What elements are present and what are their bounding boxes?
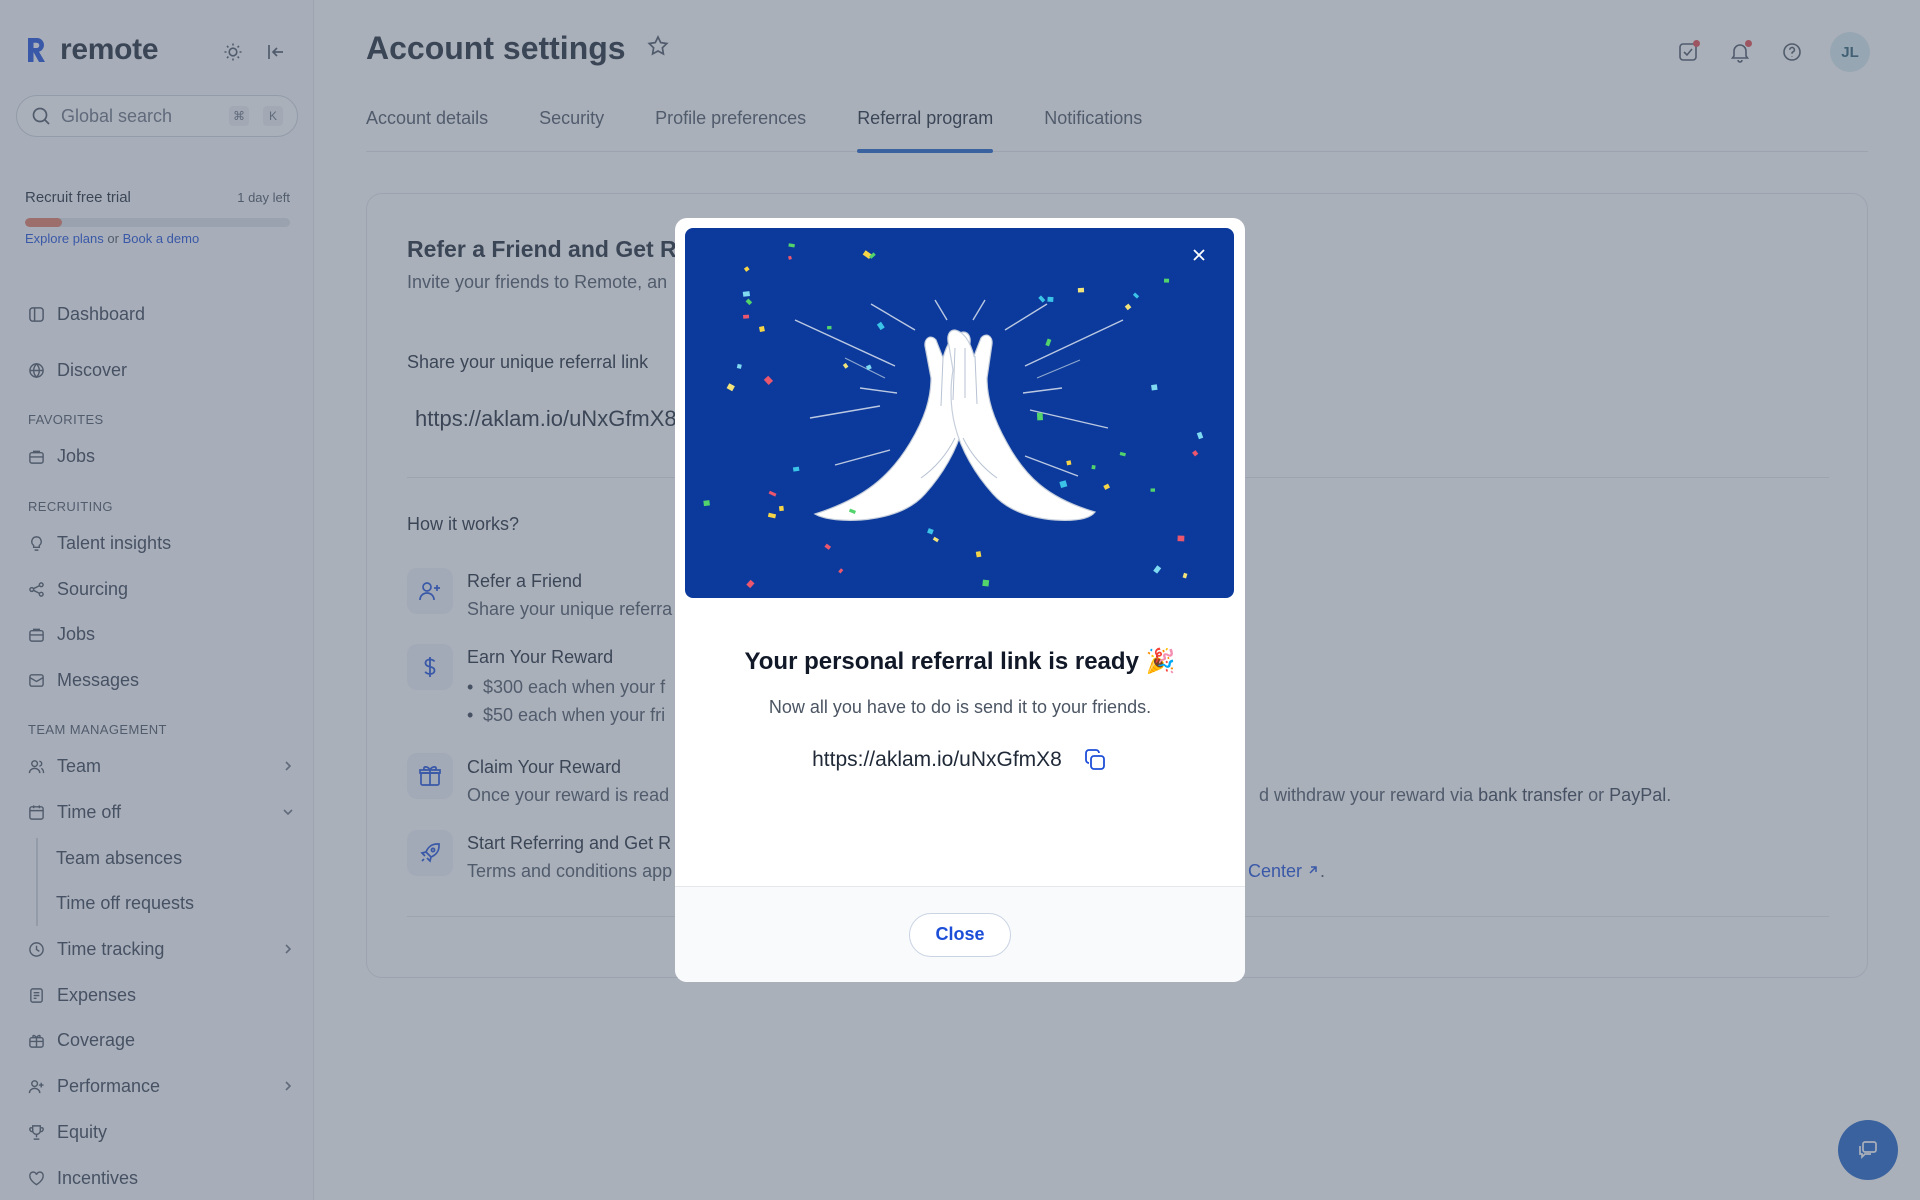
confetti-piece — [788, 243, 795, 248]
confetti-piece — [768, 490, 777, 497]
confetti-piece — [746, 579, 755, 589]
confetti-piece — [1103, 483, 1110, 490]
confetti-piece — [736, 363, 742, 369]
high-five-illustration — [703, 243, 1204, 589]
confetti-piece — [745, 298, 753, 306]
confetti-piece — [1045, 338, 1052, 347]
confetti-piece — [1177, 535, 1185, 542]
confetti-piece — [876, 321, 885, 331]
confetti-piece — [788, 255, 792, 260]
confetti-piece — [869, 252, 876, 259]
confetti-piece — [742, 291, 750, 297]
confetti-piece — [743, 314, 750, 319]
confetti-piece — [824, 543, 832, 550]
confetti-piece — [1163, 278, 1170, 283]
confetti-piece — [1047, 296, 1054, 302]
confetti-piece — [982, 579, 990, 587]
confetti-piece — [842, 362, 849, 369]
modal-title: Your personal referral link is ready 🎉 — [744, 648, 1176, 675]
close-button[interactable]: Close — [909, 912, 1011, 957]
confetti-piece — [1150, 488, 1156, 492]
confetti-piece — [758, 326, 765, 333]
confetti-piece — [827, 325, 832, 330]
confetti-piece — [1192, 450, 1199, 457]
confetti-piece — [1038, 295, 1046, 303]
confetti-piece — [975, 551, 982, 558]
confetti-piece — [932, 536, 939, 543]
confetti-piece — [767, 512, 777, 519]
confetti-piece — [703, 500, 710, 507]
confetti-piece — [1132, 292, 1140, 299]
modal-footer: Close — [675, 886, 1245, 982]
modal-link-row: https://aklam.io/uNxGfmX8 — [675, 747, 1245, 773]
confetti-piece — [838, 568, 844, 574]
confetti-piece — [1036, 412, 1043, 421]
confetti-piece — [763, 375, 774, 385]
copy-icon[interactable] — [1082, 747, 1108, 773]
confetti-piece — [1196, 431, 1204, 440]
confetti-piece — [1091, 464, 1096, 470]
confetti-piece — [1153, 565, 1162, 574]
confetti-piece — [1119, 451, 1126, 457]
confetti-piece — [1059, 480, 1068, 489]
close-icon[interactable] — [1185, 241, 1213, 269]
confetti-piece — [1151, 384, 1158, 391]
referral-link-modal: Your personal referral link is ready 🎉 N… — [675, 218, 1245, 982]
confetti-piece — [792, 466, 800, 472]
confetti-piece — [778, 505, 784, 512]
confetti-piece — [1124, 303, 1132, 311]
confetti-piece — [927, 528, 934, 535]
confetti-piece — [1182, 572, 1188, 579]
confetti-piece — [743, 266, 750, 272]
celebration-illustration — [685, 228, 1234, 598]
confetti-piece — [1077, 287, 1085, 293]
confetti-piece — [1066, 460, 1072, 466]
confetti-piece — [726, 383, 735, 392]
modal-description: Now all you have to do is send it to you… — [768, 697, 1152, 717]
referral-link-text[interactable]: https://aklam.io/uNxGfmX8 — [812, 748, 1062, 772]
